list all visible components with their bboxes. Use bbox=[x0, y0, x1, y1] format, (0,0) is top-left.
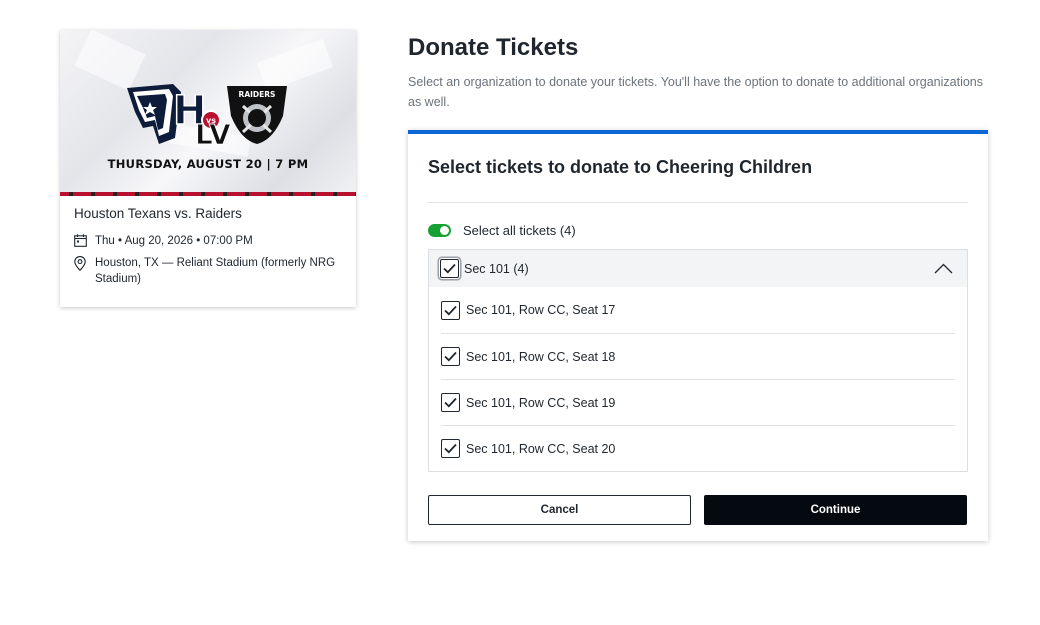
event-date-row: Thu • Aug 20, 2026 • 07:00 PM bbox=[74, 233, 342, 249]
event-date: Thu • Aug 20, 2026 • 07:00 PM bbox=[95, 235, 253, 247]
svg-text:RAIDERS: RAIDERS bbox=[239, 90, 276, 99]
page-title: Donate Tickets bbox=[408, 34, 579, 61]
section-header[interactable]: Sec 101 (4) bbox=[429, 250, 967, 287]
svg-text:LV: LV bbox=[195, 118, 231, 148]
checkmark-icon bbox=[444, 397, 457, 408]
seat-row[interactable]: Sec 101, Row CC, Seat 19 bbox=[441, 379, 955, 425]
seat-checkbox[interactable] bbox=[441, 347, 460, 366]
page-description: Select an organization to donate your ti… bbox=[408, 75, 984, 109]
seat-row[interactable]: Sec 101, Row CC, Seat 18 bbox=[441, 333, 955, 379]
event-card: H vs LV RAIDERS THURSDAY, AUGUST 20 | 7 … bbox=[60, 30, 356, 307]
cancel-button[interactable]: Cancel bbox=[428, 495, 691, 525]
divider bbox=[428, 202, 968, 203]
toggle-switch[interactable] bbox=[428, 224, 451, 237]
seat-row[interactable]: Sec 101, Row CC, Seat 17 bbox=[441, 287, 955, 333]
matchup-logo: H vs LV RAIDERS bbox=[123, 82, 293, 153]
chevron-up-icon[interactable] bbox=[934, 261, 953, 279]
event-title: Houston Texans vs. Raiders bbox=[74, 206, 242, 221]
event-date-banner: THURSDAY, AUGUST 20 | 7 PM bbox=[107, 157, 309, 171]
checkmark-icon bbox=[444, 443, 457, 454]
section-group: Sec 101 (4) Sec 101, Row CC, Seat 17 Sec… bbox=[428, 249, 968, 472]
seat-checkbox[interactable] bbox=[441, 300, 460, 320]
section-checkbox[interactable] bbox=[440, 259, 459, 278]
continue-button[interactable]: Continue bbox=[704, 495, 967, 525]
event-venue: Houston, TX — Reliant Stadium (formerly … bbox=[95, 257, 336, 285]
event-venue-row: Houston, TX — Reliant Stadium (formerly … bbox=[74, 255, 342, 287]
select-all-toggle[interactable]: Select all tickets (4) bbox=[428, 223, 576, 238]
checkmark-icon bbox=[444, 351, 457, 362]
seat-label: Sec 101, Row CC, Seat 17 bbox=[466, 303, 616, 317]
panel-heading: Select tickets to donate to Cheering Chi… bbox=[428, 157, 813, 177]
seat-row[interactable]: Sec 101, Row CC, Seat 20 bbox=[441, 425, 955, 471]
event-image: H vs LV RAIDERS THURSDAY, AUGUST 20 | 7 … bbox=[60, 30, 356, 196]
seat-checkbox[interactable] bbox=[441, 439, 460, 458]
checkmark-icon bbox=[444, 305, 457, 315]
checkmark-icon bbox=[443, 263, 456, 274]
seat-label: Sec 101, Row CC, Seat 20 bbox=[466, 441, 616, 456]
seat-label: Sec 101, Row CC, Seat 18 bbox=[466, 349, 616, 364]
select-all-label: Select all tickets (4) bbox=[463, 223, 576, 238]
section-label: Sec 101 (4) bbox=[464, 261, 529, 276]
location-pin-icon bbox=[74, 255, 95, 271]
seat-label: Sec 101, Row CC, Seat 19 bbox=[466, 395, 616, 410]
calendar-icon bbox=[74, 233, 95, 247]
seat-checkbox[interactable] bbox=[441, 393, 460, 412]
donate-tickets-panel: Select tickets to donate to Cheering Chi… bbox=[408, 130, 988, 541]
